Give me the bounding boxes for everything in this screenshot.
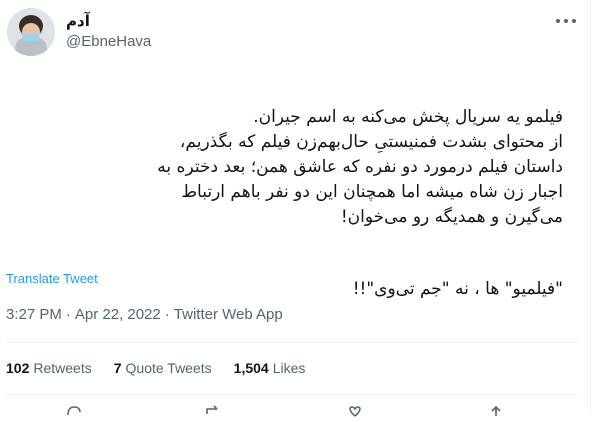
quotes-count: 7: [113, 360, 122, 376]
likes-label: Likes: [272, 360, 306, 376]
divider: [6, 394, 579, 395]
tweet-meta: 3:27 PM · Apr 22, 2022 · Twitter Web App: [6, 306, 283, 323]
engagement-stats: 102 Retweets 7 Quote Tweets 1,504 Likes: [6, 360, 305, 376]
retweets-stat[interactable]: 102 Retweets: [6, 360, 92, 376]
divider: [6, 342, 579, 343]
tweet-text: فیلمو یه سریال پخش می‌کنه به اسم جیران. …: [23, 80, 563, 327]
like-icon[interactable]: [345, 404, 365, 417]
likes-stat[interactable]: 1,504 Likes: [234, 360, 306, 376]
meta-separator: ·: [65, 306, 71, 323]
retweets-count: 102: [6, 360, 30, 376]
tweet-time[interactable]: 3:27 PM: [6, 306, 62, 323]
tweet-paragraph-1: فیلمو یه سریال پخش می‌کنه به اسم جیران. …: [157, 107, 563, 227]
quotes-label: Quote Tweets: [125, 360, 212, 376]
action-bar: [0, 404, 595, 417]
share-icon[interactable]: [486, 404, 506, 416]
avatar[interactable]: [7, 8, 55, 56]
avatar-image: [7, 8, 55, 56]
tweet-date[interactable]: Apr 22, 2022: [75, 306, 161, 323]
author-handle[interactable]: @EbneHava: [66, 33, 151, 50]
right-border: [590, 0, 591, 411]
retweets-label: Retweets: [33, 360, 92, 376]
quote-tweets-stat[interactable]: 7 Quote Tweets: [114, 360, 212, 376]
meta-separator: ·: [164, 306, 170, 323]
tweet-source[interactable]: Twitter Web App: [174, 306, 283, 323]
translate-tweet-link[interactable]: Translate Tweet: [6, 271, 98, 286]
author-name[interactable]: آدم: [66, 12, 90, 30]
tweet-paragraph-2: "فیلمیو" ها ، نه "جم تی‌وی"!!: [352, 279, 563, 299]
more-icon[interactable]: [553, 10, 579, 32]
retweet-icon[interactable]: [204, 404, 224, 416]
likes-count: 1,504: [233, 360, 269, 376]
reply-icon[interactable]: [64, 404, 84, 416]
